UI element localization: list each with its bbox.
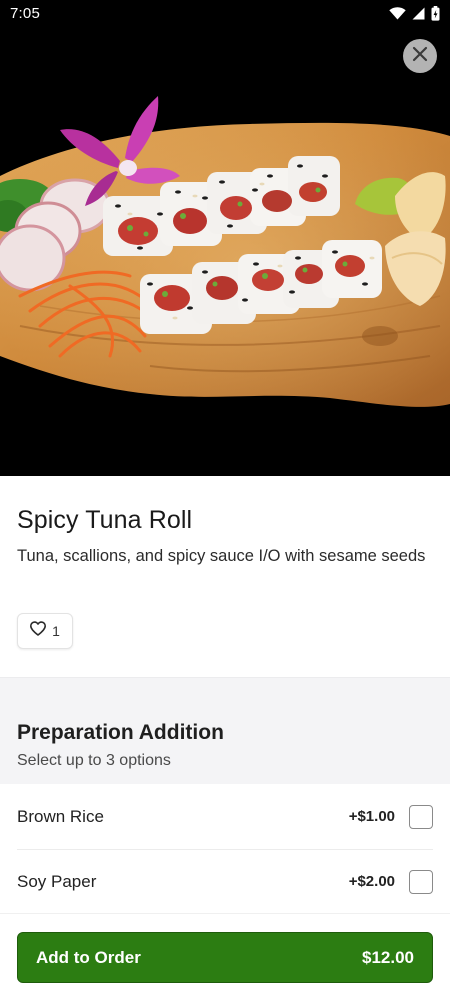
modifier-group-header: Preparation Addition Select up to 3 opti… — [0, 677, 450, 784]
option-checkbox[interactable] — [409, 869, 433, 894]
status-icons — [389, 5, 440, 21]
item-title: Spicy Tuna Roll — [17, 506, 193, 534]
heart-icon — [30, 621, 47, 641]
option-label: Brown Rice — [17, 806, 104, 826]
status-time: 7:05 — [10, 4, 40, 22]
option-soy-paper[interactable]: Soy Paper +$2.00 — [0, 849, 450, 914]
option-price: +$1.00 — [348, 808, 395, 825]
item-details: Spicy Tuna Roll Tuna, scallions, and spi… — [0, 476, 450, 677]
sushi-roll-photo — [0, 26, 450, 476]
modifier-group-subtitle: Select up to 3 options — [17, 752, 171, 769]
hero-image — [0, 26, 450, 476]
add-to-order-button[interactable]: Add to Order $12.00 — [17, 932, 433, 983]
option-checkbox[interactable] — [409, 804, 433, 829]
close-icon — [412, 46, 428, 67]
option-label: Soy Paper — [17, 871, 97, 891]
wifi-icon — [389, 6, 406, 20]
item-detail-screen: 7:05 Spicy Tuna Roll Tuna, scallions, an… — [0, 0, 450, 1000]
cellular-signal-icon — [412, 7, 425, 20]
status-bar: 7:05 — [0, 0, 450, 26]
like-button[interactable]: 1 — [17, 613, 73, 649]
like-count: 1 — [52, 623, 60, 639]
modifier-group-title: Preparation Addition — [17, 721, 224, 744]
battery-icon — [431, 5, 440, 21]
modifier-options-list: Brown Rice +$1.00 Soy Paper +$2.00 — [0, 784, 450, 914]
bottom-action-bar: Add to Order $12.00 — [0, 913, 450, 1000]
option-brown-rice[interactable]: Brown Rice +$1.00 — [0, 784, 450, 849]
order-total-price: $12.00 — [362, 947, 414, 967]
add-to-order-label: Add to Order — [36, 947, 141, 967]
option-price: +$2.00 — [348, 873, 395, 890]
item-description: Tuna, scallions, and spicy sauce I/O wit… — [17, 547, 426, 565]
close-button[interactable] — [403, 39, 437, 73]
